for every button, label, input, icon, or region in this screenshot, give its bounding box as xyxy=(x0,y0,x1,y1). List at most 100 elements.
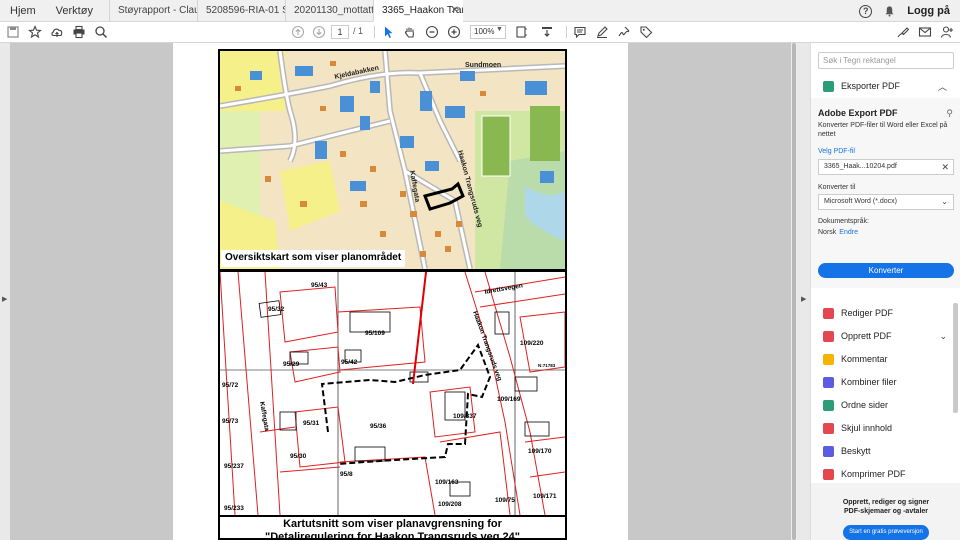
hand-tool-icon[interactable] xyxy=(403,25,417,39)
plot-label: 109/169 xyxy=(497,396,521,403)
help-icon[interactable]: ⚲ xyxy=(946,108,953,119)
tag-icon[interactable] xyxy=(639,25,653,39)
create-pdf-icon xyxy=(823,330,834,342)
promo-text: Opprett, rediger og signer PDF-skjemaer … xyxy=(811,498,960,516)
tools-scrollbar[interactable] xyxy=(953,303,958,413)
nav-tools[interactable]: Verktøy xyxy=(46,0,103,22)
tools-search-input[interactable]: Søk i Tegn rektangel xyxy=(818,52,954,69)
arrow-up-circle-icon[interactable] xyxy=(291,25,305,39)
arrow-down-circle-icon[interactable] xyxy=(312,25,326,39)
selected-file: 3365_Haak...10204.pdf ✕ xyxy=(818,159,954,175)
tool-comment[interactable]: Kommentar xyxy=(811,349,960,369)
tool-label: Rediger PDF xyxy=(841,308,894,318)
tab-document[interactable]: Støyrapport - Claus... xyxy=(108,0,197,22)
toolbar: 1 / 1 100% ▼ xyxy=(0,22,960,43)
separator xyxy=(566,26,567,38)
sign-icon[interactable] xyxy=(896,25,910,39)
tool-organize-pages[interactable]: Ordne sider xyxy=(811,395,960,415)
page-number-input[interactable]: 1 xyxy=(331,25,349,39)
tool-combine-files[interactable]: Kombiner filer xyxy=(811,372,960,392)
tab-document[interactable]: 20201130_mottatt... xyxy=(284,0,373,22)
scrollbar-thumb[interactable] xyxy=(792,43,796,540)
chevron-right-icon[interactable]: ▶ xyxy=(2,295,7,303)
upload-cloud-icon[interactable] xyxy=(50,25,64,39)
export-title: Adobe Export PDF xyxy=(818,108,898,118)
tool-label: Kombiner filer xyxy=(841,377,897,387)
plot-label: 95/233 xyxy=(224,505,244,512)
tab-document-active[interactable]: 3365_Haakon Trans...✕ xyxy=(372,0,463,22)
close-icon[interactable]: ✕ xyxy=(451,0,459,21)
doc-language-value: Norsk xyxy=(818,229,837,236)
user-share-icon[interactable] xyxy=(940,25,954,39)
plot-label: 95/109 xyxy=(365,330,385,337)
tool-edit-pdf[interactable]: Rediger PDF xyxy=(811,303,960,323)
tool-compress-pdf[interactable]: Komprimer PDF xyxy=(811,464,960,484)
tool-create-pdf[interactable]: Opprett PDF ⌄ xyxy=(811,326,960,346)
select-cursor-icon[interactable] xyxy=(382,25,396,39)
plot-label: 95/30 xyxy=(290,453,307,460)
search-icon[interactable] xyxy=(94,25,108,39)
plot-label: 95/8 xyxy=(340,471,353,478)
edit-pdf-icon xyxy=(823,307,834,319)
tool-redact[interactable]: Skjul innhold xyxy=(811,418,960,438)
comment-icon xyxy=(823,353,834,365)
zoom-in-icon[interactable] xyxy=(447,25,461,39)
select-file-link[interactable]: Velg PDF-fil xyxy=(818,148,855,155)
compress-icon xyxy=(823,468,834,480)
promo-line: PDF-skjemaer og -avtaler xyxy=(843,508,929,515)
pen-icon[interactable] xyxy=(595,25,609,39)
save-icon[interactable] xyxy=(6,25,20,39)
page-fit-icon[interactable] xyxy=(514,25,528,39)
redact-icon xyxy=(823,422,834,434)
export-pdf-header[interactable]: Eksporter PDF ︿ xyxy=(811,76,960,96)
convert-format-select[interactable]: Microsoft Word (*.docx) ⌄ xyxy=(818,194,954,210)
plot-label: 109/171 xyxy=(533,493,557,500)
star-icon[interactable] xyxy=(28,25,42,39)
mail-icon[interactable] xyxy=(918,25,932,39)
chevron-down-icon[interactable]: ⌄ xyxy=(939,331,947,342)
protect-icon xyxy=(823,445,834,457)
export-description: Konverter PDF-filer til Word eller Excel… xyxy=(818,122,948,138)
plot-label: 95/36 xyxy=(370,423,387,430)
scroll-mode-icon[interactable] xyxy=(540,25,554,39)
organize-icon xyxy=(823,399,834,411)
promo-line: Opprett, rediger og signer xyxy=(842,499,930,506)
draw-sign-icon[interactable] xyxy=(617,25,631,39)
zoom-out-icon[interactable] xyxy=(425,25,439,39)
bell-icon[interactable] xyxy=(884,5,895,17)
right-pane-toggle[interactable]: ▶ xyxy=(797,43,810,540)
tool-label: Opprett PDF xyxy=(841,331,892,341)
plot-label: 109/208 xyxy=(438,501,462,508)
caption-line: Kartutsnitt som viser planavgrensning fo… xyxy=(283,518,502,530)
comment-icon[interactable] xyxy=(573,25,587,39)
tool-label: Kommentar xyxy=(841,354,888,364)
left-pane-toggle[interactable]: ▶ xyxy=(0,43,10,540)
chevron-up-icon[interactable]: ︿ xyxy=(938,80,947,93)
tools-pane: Søk i Tegn rektangel Eksporter PDF ︿ Ado… xyxy=(810,43,960,540)
convert-format-value: Microsoft Word (*.docx) xyxy=(824,198,897,205)
page-total: / 1 xyxy=(353,26,364,36)
convert-button[interactable]: Konverter xyxy=(818,263,954,278)
plot-label: 95/29 xyxy=(283,361,300,368)
chevron-right-icon[interactable]: ▶ xyxy=(801,295,806,303)
plot-label: 95/73 xyxy=(222,418,239,425)
export-pdf-label: Eksporter PDF xyxy=(841,81,901,91)
print-icon[interactable] xyxy=(72,25,86,39)
chevron-down-icon[interactable]: ▼ xyxy=(496,26,503,33)
file-name: 3365_Haak...10204.pdf xyxy=(824,163,897,170)
tab-document[interactable]: 5208596-RIA-01 S... xyxy=(196,0,285,22)
start-trial-button[interactable]: Start en gratis prøveversjon xyxy=(843,525,929,540)
chevron-down-icon[interactable]: ⌄ xyxy=(941,195,948,209)
plot-label: 95/43 xyxy=(311,282,328,289)
help-icon[interactable]: ? xyxy=(859,4,873,18)
close-icon[interactable]: ✕ xyxy=(941,160,949,174)
change-language-link[interactable]: Endre xyxy=(839,229,858,236)
tool-protect[interactable]: Beskytt xyxy=(811,441,960,461)
doc-language-label: Dokumentspråk: xyxy=(818,218,869,225)
overview-caption: Oversiktskart som viser planområdet xyxy=(221,250,406,267)
tool-label: Skjul innhold xyxy=(841,423,893,433)
login-button[interactable]: Logg på xyxy=(907,5,950,17)
nav-home[interactable]: Hjem xyxy=(0,0,46,22)
street-label: Sundmoen xyxy=(465,62,501,69)
combine-icon xyxy=(823,376,834,388)
